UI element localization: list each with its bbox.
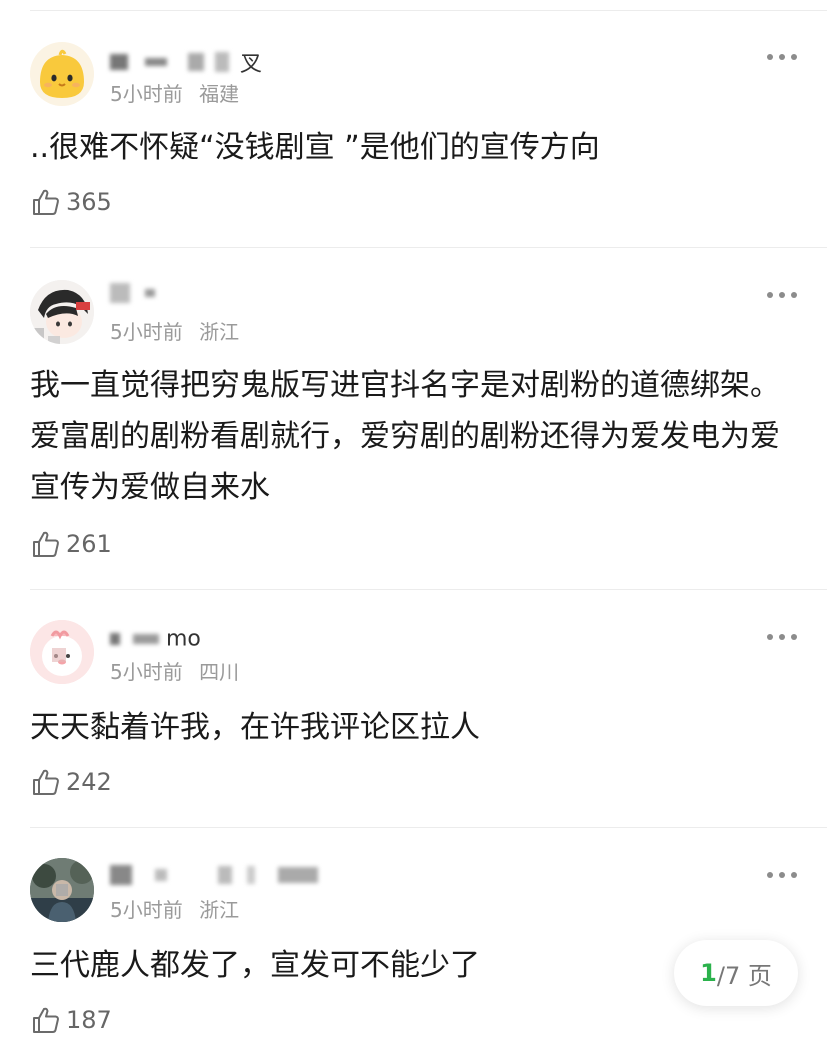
comment-time: 5小时前 [110, 660, 183, 684]
comment-meta: 5小时前 四川 [110, 660, 239, 684]
avatar[interactable] [30, 280, 94, 344]
blurred-username [110, 633, 120, 645]
blurred-username [110, 54, 128, 70]
like-count: 365 [66, 188, 112, 216]
more-options-icon[interactable] [767, 290, 797, 300]
comment-meta: 5小时前 浙江 [110, 320, 239, 344]
anime-character-avatar-icon [30, 280, 94, 344]
comment-location: 浙江 [199, 898, 240, 922]
like-count: 187 [66, 1006, 112, 1034]
pink-cartoon-avatar-icon [30, 620, 94, 684]
avatar[interactable] [30, 620, 94, 684]
comment-location: 浙江 [199, 320, 240, 344]
thumbs-up-icon [33, 1007, 59, 1033]
page-indicator-button[interactable]: 1 /7 页 [674, 940, 798, 1006]
comment-time: 5小时前 [110, 82, 183, 106]
username[interactable] [110, 280, 155, 304]
like-count: 261 [66, 530, 112, 558]
comment-time: 5小时前 [110, 898, 183, 922]
total-pages: /7 页 [716, 961, 772, 990]
blurred-username [247, 866, 255, 884]
comment-item: mo 5小时前 四川 天天黏着许我，在许我评论区拉人 242 [0, 590, 827, 828]
comment-time: 5小时前 [110, 320, 183, 344]
blurred-username [145, 289, 155, 297]
like-button[interactable]: 365 [30, 186, 112, 218]
like-button[interactable]: 187 [30, 1004, 112, 1036]
username-visible-text: mo [166, 626, 201, 652]
blurred-username [215, 52, 229, 72]
avatar[interactable] [30, 858, 94, 922]
blurred-username [145, 58, 167, 66]
comment-text: ..很难不怀疑“没钱剧宣 ”是他们的宣传方向 [30, 130, 600, 165]
username[interactable] [110, 862, 318, 886]
username-visible-text: 叉 [240, 52, 263, 77]
avatar[interactable] [30, 42, 94, 106]
more-options-icon[interactable] [767, 52, 797, 62]
thumbs-up-icon [33, 769, 59, 795]
blurred-username [110, 283, 130, 303]
photo-avatar-icon [30, 858, 94, 922]
blurred-username [278, 867, 318, 883]
yellow-chick-emoji-icon [30, 42, 94, 106]
current-page: 1 [700, 959, 717, 987]
blurred-username [188, 53, 204, 71]
comment-text: 我一直觉得把穷鬼版写进官抖名字是对剧粉的道德绑架。爱富剧的剧粉看剧就行，爱穷剧的… [30, 368, 780, 505]
blurred-username [218, 866, 232, 884]
thumbs-up-icon [33, 531, 59, 557]
blurred-username [133, 634, 159, 644]
comment-meta: 5小时前 浙江 [110, 898, 239, 922]
comment-item: 5小时前 浙江 我一直觉得把穷鬼版写进官抖名字是对剧粉的道德绑架。爱富剧的剧粉看… [0, 248, 827, 590]
blurred-username [155, 869, 167, 881]
like-count: 242 [66, 768, 112, 796]
like-button[interactable]: 242 [30, 766, 112, 798]
more-options-icon[interactable] [767, 632, 797, 642]
more-options-icon[interactable] [767, 870, 797, 880]
comment-location: 福建 [199, 82, 240, 106]
username[interactable]: 叉 [110, 46, 262, 77]
comment-item: 叉 5小时前 福建 ..很难不怀疑“没钱剧宣 ”是他们的宣传方向 365 [0, 10, 827, 248]
comment-location: 四川 [199, 660, 240, 684]
comment-meta: 5小时前 福建 [110, 82, 239, 106]
blurred-username [110, 865, 132, 885]
comment-text: 天天黏着许我，在许我评论区拉人 [30, 710, 480, 745]
username[interactable]: mo [110, 626, 201, 652]
thumbs-up-icon [33, 189, 59, 215]
like-button[interactable]: 261 [30, 528, 112, 560]
